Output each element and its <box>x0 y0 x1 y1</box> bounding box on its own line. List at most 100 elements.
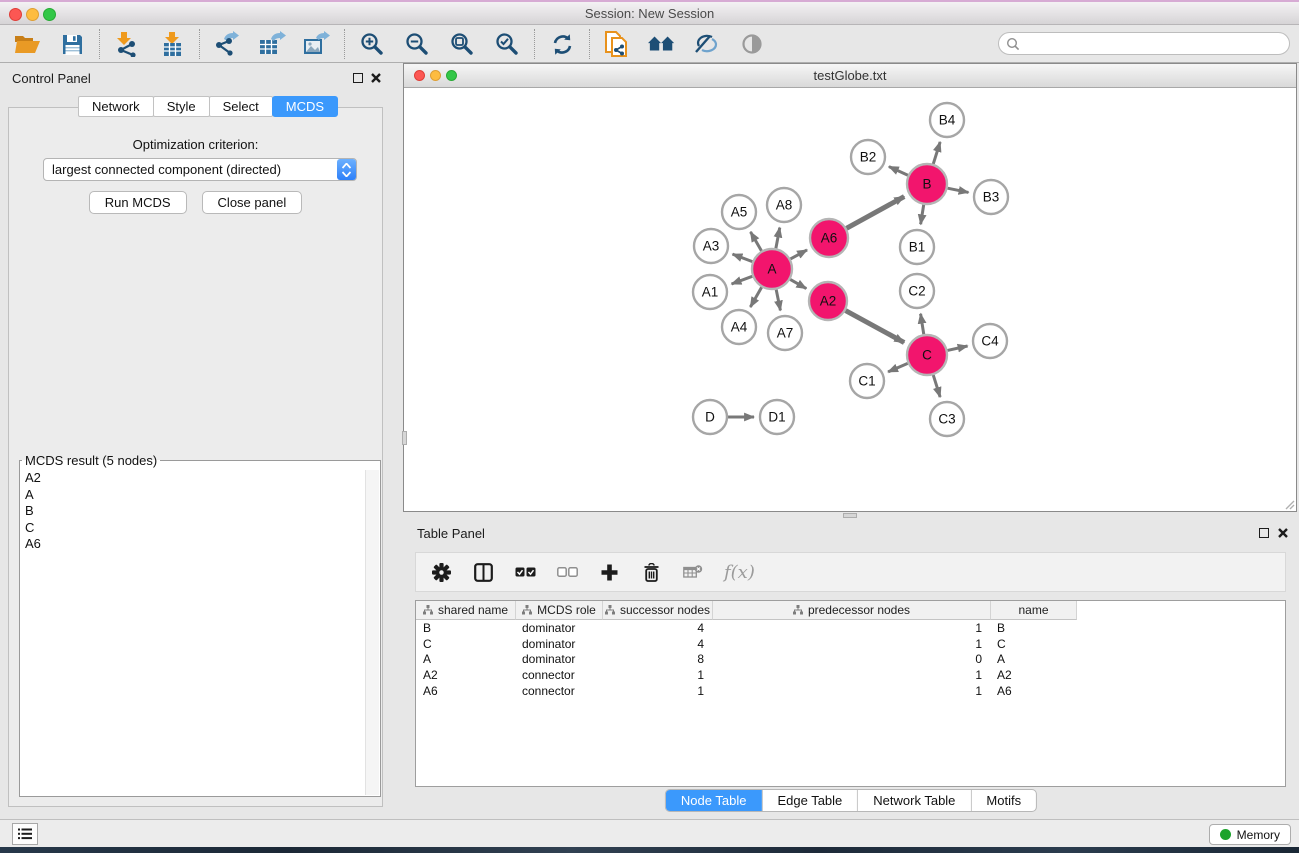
control-panel-tab[interactable]: Select <box>209 96 273 117</box>
node-D1[interactable]: D1 <box>760 400 794 434</box>
open-session-icon[interactable] <box>13 30 41 58</box>
table-row[interactable]: A dominator 8 0 A <box>416 652 1285 668</box>
edge-B-B1[interactable] <box>921 205 924 225</box>
table-type-tab[interactable]: Edge Table <box>761 790 857 811</box>
edge-B-B4[interactable] <box>933 142 940 164</box>
show-columns-icon[interactable] <box>472 561 494 583</box>
close-table-panel-icon[interactable] <box>1277 527 1289 539</box>
edge-A-A4[interactable] <box>750 287 761 307</box>
table-row[interactable]: A2 connector 1 1 A2 <box>416 667 1285 683</box>
function-builder-icon[interactable]: f(x) <box>724 562 755 583</box>
edge-A-A3[interactable] <box>733 254 753 261</box>
column-header-mcds-role[interactable]: MCDS role <box>516 601 603 620</box>
mcds-result-item[interactable]: B <box>21 503 364 520</box>
criterion-dropdown[interactable]: largest connected component (directed) <box>43 158 357 181</box>
control-panel-tab[interactable]: Network <box>78 96 154 117</box>
mcds-result-item[interactable]: C <box>21 520 364 537</box>
zoom-fit-icon[interactable] <box>448 30 476 58</box>
column-header-successor-nodes[interactable]: successor nodes <box>603 601 713 620</box>
node-A[interactable]: A <box>752 249 792 289</box>
table-row[interactable]: B dominator 4 1 B <box>416 620 1285 636</box>
deselect-all-icon[interactable] <box>556 561 578 583</box>
node-C3[interactable]: C3 <box>930 402 964 436</box>
import-network-icon[interactable] <box>113 30 141 58</box>
node-B4[interactable]: B4 <box>930 103 964 137</box>
control-panel-tab[interactable]: Style <box>153 96 210 117</box>
node-C4[interactable]: C4 <box>973 324 1007 358</box>
edge-C-C2[interactable] <box>921 314 924 335</box>
table-type-tab[interactable]: Node Table <box>666 790 762 811</box>
network-canvas[interactable]: AA1A3A5A8A4A7A6A2BB2B4B3B1CC2C4C1C3DD1 <box>404 88 1296 511</box>
edge-C-C4[interactable] <box>947 346 967 350</box>
table-row[interactable]: A6 connector 1 1 A6 <box>416 683 1285 699</box>
column-header-predecessor-nodes[interactable]: predecessor nodes <box>713 601 991 620</box>
resize-grip-icon[interactable] <box>1283 498 1295 510</box>
close-panel-icon[interactable] <box>370 72 382 84</box>
result-list-scrollbar[interactable] <box>365 470 379 795</box>
edge-C-C3[interactable] <box>933 375 940 397</box>
delete-column-trash-icon[interactable] <box>640 561 662 583</box>
select-all-icon[interactable] <box>514 561 536 583</box>
node-A7[interactable]: A7 <box>768 316 802 350</box>
node-A2[interactable]: A2 <box>809 282 847 320</box>
node-A6[interactable]: A6 <box>810 219 848 257</box>
table-settings-gear-icon[interactable] <box>430 561 452 583</box>
node-C1[interactable]: C1 <box>850 364 884 398</box>
column-header-name[interactable]: name <box>991 601 1077 620</box>
edge-B-B3[interactable] <box>948 188 969 192</box>
edge-A-A6[interactable] <box>790 250 807 259</box>
table-type-tab[interactable]: Motifs <box>970 790 1036 811</box>
home-icon[interactable] <box>648 30 676 58</box>
edge-A2-C[interactable] <box>846 311 905 343</box>
zoom-in-icon[interactable] <box>358 30 386 58</box>
memory-button[interactable]: Memory <box>1209 824 1291 845</box>
task-history-button[interactable] <box>12 823 38 845</box>
node-B3[interactable]: B3 <box>974 180 1008 214</box>
graphics-details-icon[interactable] <box>738 30 766 58</box>
save-session-icon[interactable] <box>58 30 86 58</box>
node-B1[interactable]: B1 <box>900 230 934 264</box>
mcds-result-item[interactable]: A6 <box>21 536 364 553</box>
node-B[interactable]: B <box>907 164 947 204</box>
splitter-handle-horizontal[interactable] <box>843 513 857 518</box>
export-image-icon[interactable] <box>303 30 331 58</box>
zoom-selected-icon[interactable] <box>493 30 521 58</box>
delete-table-icon[interactable] <box>682 561 704 583</box>
show-hide-panel-icon[interactable] <box>693 30 721 58</box>
node-B2[interactable]: B2 <box>851 140 885 174</box>
mcds-result-item[interactable]: A <box>21 487 364 504</box>
edge-C-C1[interactable] <box>888 363 908 372</box>
export-table-icon[interactable] <box>258 30 286 58</box>
network-graph[interactable]: AA1A3A5A8A4A7A6A2BB2B4B3B1CC2C4C1C3DD1 <box>404 88 1296 511</box>
refresh-icon[interactable] <box>548 30 576 58</box>
edge-A-A2[interactable] <box>790 279 806 288</box>
float-table-panel-icon[interactable] <box>1259 528 1269 538</box>
close-panel-button[interactable]: Close panel <box>202 191 303 214</box>
column-header-shared-name[interactable]: shared name <box>416 601 516 620</box>
add-column-icon[interactable] <box>598 561 620 583</box>
node-A5[interactable]: A5 <box>722 195 756 229</box>
node-C2[interactable]: C2 <box>900 274 934 308</box>
search-field[interactable] <box>998 32 1290 55</box>
edge-A6-B[interactable] <box>847 197 905 229</box>
node-D[interactable]: D <box>693 400 727 434</box>
import-table-icon[interactable] <box>158 30 186 58</box>
duplicate-network-icon[interactable] <box>603 30 631 58</box>
edge-A-A7[interactable] <box>776 290 780 311</box>
control-panel-tab[interactable]: MCDS <box>272 96 338 117</box>
table-type-tab[interactable]: Network Table <box>857 790 970 811</box>
edge-B-B2[interactable] <box>889 167 908 176</box>
zoom-out-icon[interactable] <box>403 30 431 58</box>
node-A8[interactable]: A8 <box>767 188 801 222</box>
float-panel-icon[interactable] <box>353 73 363 83</box>
node-A3[interactable]: A3 <box>694 229 728 263</box>
edge-A-A1[interactable] <box>732 276 753 284</box>
mcds-result-item[interactable]: A2 <box>21 470 364 487</box>
node-C[interactable]: C <box>907 335 947 375</box>
edge-A-A5[interactable] <box>751 232 762 251</box>
splitter-handle-vertical[interactable] <box>402 431 407 445</box>
search-input[interactable] <box>1020 35 1289 53</box>
run-mcds-button[interactable]: Run MCDS <box>89 191 187 214</box>
node-A4[interactable]: A4 <box>722 310 756 344</box>
export-network-icon[interactable] <box>213 30 241 58</box>
